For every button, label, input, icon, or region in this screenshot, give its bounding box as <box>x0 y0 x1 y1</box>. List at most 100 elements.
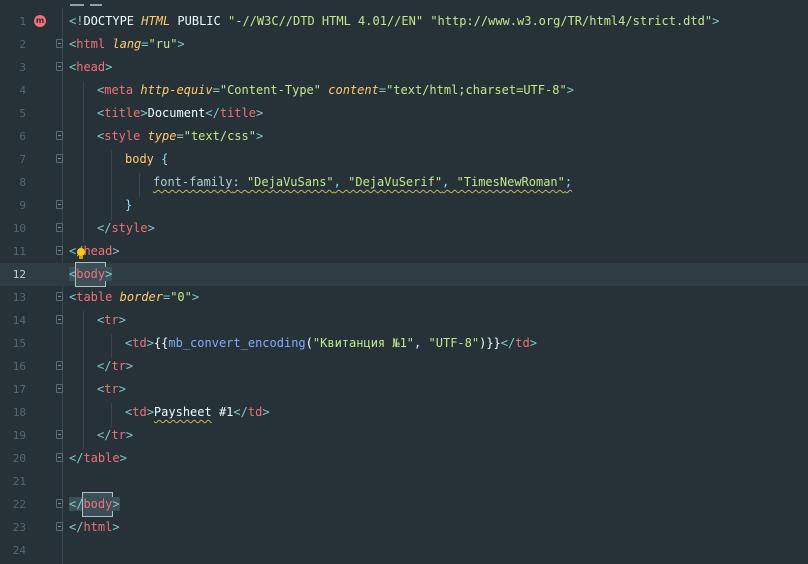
code-line[interactable]: 19 </tr> <box>0 424 808 447</box>
fold-icon[interactable] <box>56 131 63 140</box>
code-line[interactable]: 6 <style type="text/css"> <box>0 125 808 148</box>
code-line[interactable]: 9 } <box>0 194 808 217</box>
code-line[interactable]: 20 </table> <box>0 447 808 470</box>
fold-icon[interactable] <box>56 499 63 508</box>
code-line[interactable]: 16 </tr> <box>0 355 808 378</box>
line-number: 13 <box>12 291 26 304</box>
line-number: 8 <box>19 176 26 189</box>
bracket: > <box>146 405 154 419</box>
code-line[interactable]: 14 <tr> <box>0 309 808 332</box>
css-value: "DejaVuSans" <box>246 175 334 189</box>
string-literal: "Квитанция №1" <box>312 336 415 350</box>
bracket: < <box>69 267 77 281</box>
text-content: Document <box>147 106 206 120</box>
fold-icon[interactable] <box>56 315 63 324</box>
template-open: {{ <box>153 336 169 350</box>
code-line[interactable]: 15 <td>{{mb_convert_encoding("Квитанция … <box>0 332 808 355</box>
matched-tag-name: body <box>82 492 114 517</box>
line-number: 23 <box>12 521 26 534</box>
css-semicolon: ; <box>564 175 573 189</box>
code-line[interactable]: 11 </head> <box>0 240 808 263</box>
doctype-keyword: DOCTYPE <box>83 14 135 28</box>
line-number: 5 <box>19 107 26 120</box>
fold-icon[interactable] <box>56 522 63 531</box>
tab-bar-remnant <box>0 0 808 7</box>
fold-icon[interactable] <box>56 430 63 439</box>
lightbulb-icon[interactable] <box>76 248 86 262</box>
bracket: </ <box>97 359 112 373</box>
bracket: > <box>118 313 126 327</box>
code-line[interactable]: 23 </html> <box>0 516 808 539</box>
fold-icon[interactable] <box>56 39 63 48</box>
fold-icon[interactable] <box>56 154 63 163</box>
line-number: 4 <box>19 84 26 97</box>
tag-name: head <box>76 60 106 74</box>
line-number: 7 <box>19 153 26 166</box>
line-number: 10 <box>12 222 26 235</box>
bracket: > <box>118 382 126 396</box>
line-number: 12 <box>12 268 26 281</box>
code-line[interactable]: 1 m <!DOCTYPE HTML PUBLIC "-//W3C//DTD H… <box>0 10 808 33</box>
fold-icon[interactable] <box>56 361 63 370</box>
attr-name: content <box>328 83 379 97</box>
fold-icon[interactable] <box>56 246 63 255</box>
bracket: </ <box>205 106 220 120</box>
doctype-uri: "http://www.w3.org/TR/html4/strict.dtd" <box>430 14 713 28</box>
text-content: Paysheet <box>153 405 212 419</box>
code-line[interactable]: 17 <tr> <box>0 378 808 401</box>
line-number: 24 <box>12 544 26 557</box>
tag-name: tr <box>104 382 119 396</box>
fold-icon[interactable] <box>56 223 63 232</box>
code-line[interactable]: 10 </style> <box>0 217 808 240</box>
comma: , <box>414 336 422 350</box>
tag-name: html <box>83 520 113 534</box>
line-number: 3 <box>19 61 26 74</box>
line-number: 20 <box>12 452 26 465</box>
code-line[interactable]: 7 body { <box>0 148 808 171</box>
fold-icon[interactable] <box>56 62 63 71</box>
error-marker-icon[interactable]: m <box>34 15 46 27</box>
code-line[interactable]: 22 </body> <box>0 492 808 517</box>
bracket: > <box>147 221 155 235</box>
code-line[interactable]: 3 <head> <box>0 56 808 79</box>
code-editor[interactable]: 1 m <!DOCTYPE HTML PUBLIC "-//W3C//DTD H… <box>0 0 808 564</box>
equals: = <box>141 37 149 51</box>
bracket: > <box>255 129 264 143</box>
fold-icon[interactable] <box>56 200 63 209</box>
tag-name: tr <box>111 428 126 442</box>
tag-name: td <box>247 405 263 419</box>
code-line-current[interactable]: 12 <body> <box>0 262 808 287</box>
code-line[interactable]: 5 <title>Document</title> <box>0 102 808 125</box>
bracket: > <box>119 451 127 465</box>
tag-name: style <box>111 221 148 235</box>
code-line[interactable]: 4 <meta http-equiv="Content-Type" conten… <box>0 79 808 102</box>
bracket: > <box>146 336 154 350</box>
code-line[interactable]: 21 <box>0 470 808 493</box>
code-line[interactable]: 24 <box>0 539 808 562</box>
tag-name: head <box>83 244 113 258</box>
code-line[interactable]: 13 <table border="0"> <box>0 286 808 309</box>
line-number: 16 <box>12 360 26 373</box>
doctype-public: PUBLIC <box>177 14 221 28</box>
code-line[interactable]: 18 <td>Paysheet #1</td> <box>0 401 808 424</box>
css-property: font-family <box>153 175 233 189</box>
bracket: </ <box>500 336 516 350</box>
code-line[interactable]: 8 font-family: "DejaVuSans", "DejaVuSeri… <box>0 171 808 194</box>
bracket: > <box>125 428 134 442</box>
css-comma: , <box>333 175 341 189</box>
fold-icon[interactable] <box>56 384 63 393</box>
fold-icon[interactable] <box>56 292 63 301</box>
paren: ( <box>305 336 313 350</box>
css-selector: body <box>125 152 154 166</box>
bracket: > <box>112 497 120 511</box>
attr-value: "0" <box>170 290 192 304</box>
fold-icon[interactable] <box>56 453 63 462</box>
tag-name: tr <box>111 359 126 373</box>
equals: = <box>176 129 184 143</box>
attr-value: "text/html;charset=UTF-8" <box>386 83 567 97</box>
line-number: 2 <box>19 38 26 51</box>
doctype-html: HTML <box>141 14 171 28</box>
code-line[interactable]: 2 <html lang="ru"> <box>0 33 808 56</box>
bracket: </ <box>69 451 84 465</box>
template-close: )}} <box>479 336 501 350</box>
